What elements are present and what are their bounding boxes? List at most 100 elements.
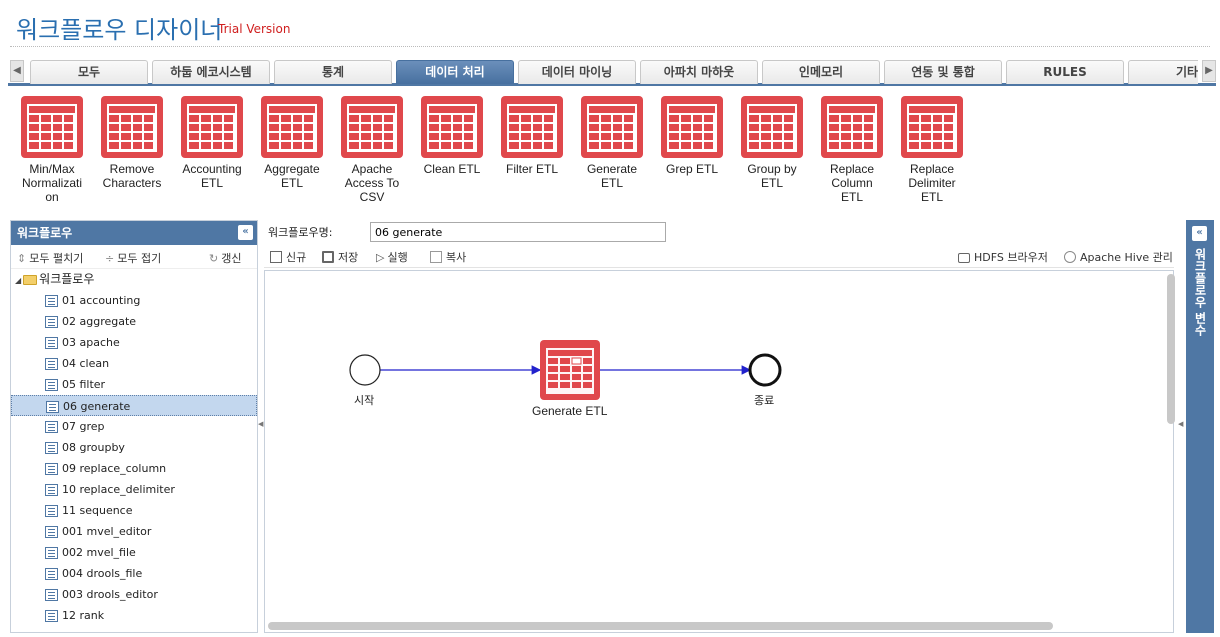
start-node-label: 시작 — [354, 394, 375, 407]
table-grid-icon — [901, 96, 963, 158]
tree-item[interactable]: 004 drools_file — [11, 563, 257, 584]
tab-data-processing[interactable]: 데이터 처리 — [396, 60, 514, 84]
end-node[interactable] — [748, 353, 782, 387]
tab-etc[interactable]: 기타 — [1128, 60, 1198, 84]
palette-item-group-by-etl[interactable]: Group by ETL — [732, 96, 812, 190]
tree-item[interactable]: 003 drools_editor — [11, 584, 257, 605]
tree-item[interactable]: 03 apache — [11, 332, 257, 353]
palette-item-label: Grep ETL — [665, 162, 719, 176]
diagram-svg — [349, 340, 782, 400]
workflow-file-icon — [45, 505, 58, 517]
palette-item-clean-etl[interactable]: Clean ETL — [412, 96, 492, 176]
tree-item[interactable]: 02 aggregate — [11, 311, 257, 332]
save-button[interactable]: 저장 — [322, 249, 358, 265]
palette-item-accounting-etl[interactable]: Accounting ETL — [172, 96, 252, 190]
workflow-file-icon — [46, 401, 59, 413]
copy-button[interactable]: 복사 — [430, 249, 466, 265]
hdfs-label: HDFS 브라우저 — [974, 251, 1048, 264]
workflow-file-icon — [45, 610, 58, 622]
table-grid-icon — [581, 96, 643, 158]
palette-item-label: Filter ETL — [505, 162, 558, 176]
refresh-button[interactable]: ↻ 갱신 — [209, 250, 241, 266]
new-button[interactable]: 신규 — [270, 249, 306, 265]
tab-scroll-left-icon[interactable]: ◀ — [10, 60, 24, 82]
expand-triangle-icon[interactable]: ◢ — [15, 276, 21, 285]
palette-item-label: Group by ETL — [747, 162, 797, 190]
right-splitter-icon[interactable]: ◀ — [1178, 420, 1184, 432]
tab-in-memory[interactable]: 인메모리 — [762, 60, 880, 84]
copy-icon — [430, 251, 442, 263]
tree-item-label: 001 mvel_editor — [62, 525, 152, 538]
tree-item-label: 07 grep — [62, 420, 105, 433]
vertical-scrollbar[interactable] — [1167, 274, 1175, 424]
horizontal-scrollbar[interactable] — [268, 622, 1053, 630]
copy-label: 복사 — [446, 251, 467, 264]
tab-apache-mahout[interactable]: 아파치 마하웃 — [640, 60, 758, 84]
palette-item-replace-delimiter-etl[interactable]: Replace Delimiter ETL — [892, 96, 972, 204]
palette-item-replace-column-etl[interactable]: Replace Column ETL — [812, 96, 892, 204]
tab-all[interactable]: 모두 — [30, 60, 148, 84]
table-grid-icon — [821, 96, 883, 158]
workflow-file-icon — [45, 568, 58, 580]
end-node-label: 종료 — [754, 394, 775, 407]
tree-item[interactable]: 04 clean — [11, 353, 257, 374]
tree-item[interactable]: 05 filter — [11, 374, 257, 395]
palette-item-remove-characters[interactable]: Remove Characters — [92, 96, 172, 190]
table-grid-icon — [661, 96, 723, 158]
workflow-file-icon — [45, 295, 58, 307]
hive-manage-button[interactable]: Apache Hive 관리 — [1064, 249, 1173, 265]
table-grid-icon — [261, 96, 323, 158]
tree-item[interactable]: 06 generate — [11, 395, 257, 416]
generate-etl-label: Generate ETL — [532, 404, 608, 418]
palette-item-label: Clean ETL — [423, 162, 481, 176]
expand-panel-icon[interactable]: « — [1192, 226, 1207, 241]
collapse-panel-icon[interactable]: « — [238, 225, 253, 240]
palette-item-label: Apache Access To CSV — [344, 162, 400, 204]
tree-item[interactable]: 001 mvel_editor — [11, 521, 257, 542]
header-divider — [10, 46, 1210, 47]
tab-rules[interactable]: RULES — [1006, 60, 1124, 84]
run-button[interactable]: ▷ 실행 — [376, 249, 408, 265]
tab-scroll-right-icon[interactable]: ▶ — [1202, 60, 1216, 82]
table-grid-icon — [421, 96, 483, 158]
workflow-name-field[interactable] — [370, 222, 666, 242]
workflow-file-icon — [45, 547, 58, 559]
run-label: 실행 — [387, 251, 408, 264]
hdfs-browser-button[interactable]: HDFS 브라우저 — [958, 249, 1048, 265]
tree-item-label: 02 aggregate — [62, 315, 137, 328]
workflow-file-icon — [45, 337, 58, 349]
tree-item[interactable]: 09 replace_column — [11, 458, 257, 479]
tree-item[interactable]: 12 rank — [11, 605, 257, 626]
save-icon — [322, 251, 334, 263]
tab-data-mining[interactable]: 데이터 마이닝 — [518, 60, 636, 84]
generate-etl-node[interactable] — [540, 340, 600, 400]
tree-item[interactable]: 07 grep — [11, 416, 257, 437]
start-node[interactable] — [349, 354, 381, 386]
app-title: 워크플로우 디자이너 — [16, 16, 223, 44]
trial-badge: Trial Version — [218, 22, 291, 36]
expand-all-label: 모두 펼치기 — [29, 252, 84, 265]
palette-item-filter-etl[interactable]: Filter ETL — [492, 96, 572, 176]
folder-icon — [23, 274, 38, 285]
tree-root-folder[interactable]: ◢ 워크플로우 — [11, 269, 257, 290]
tree-item[interactable]: 01 accounting — [11, 290, 257, 311]
workflow-name-label: 워크플로우명: — [268, 226, 333, 239]
palette-item-apache-access-to-csv[interactable]: Apache Access To CSV — [332, 96, 412, 204]
palette-item-min-max-normalization[interactable]: Min/Max Normalizati on — [12, 96, 92, 204]
tree-item[interactable]: 002 mvel_file — [11, 542, 257, 563]
tab-hadoop-ecosystem[interactable]: 하둡 에코시스템 — [152, 60, 270, 84]
table-grid-icon — [341, 96, 403, 158]
tree-item[interactable]: 10 replace_delimiter — [11, 479, 257, 500]
palette-item-generate-etl[interactable]: Generate ETL — [572, 96, 652, 190]
collapse-all-button[interactable]: ÷ 모두 접기 — [105, 250, 161, 266]
expand-all-button[interactable]: ⇕ 모두 펼치기 — [17, 250, 83, 266]
tree-item[interactable]: 08 groupby — [11, 437, 257, 458]
tree-item-label: 004 drools_file — [62, 567, 143, 580]
tab-integration[interactable]: 연동 및 통합 — [884, 60, 1002, 84]
tree-item-label: 003 drools_editor — [62, 588, 158, 601]
workflow-tree: ◢ 워크플로우 01 accounting 02 aggregate 03 apach… — [11, 269, 257, 626]
tree-item[interactable]: 11 sequence — [11, 500, 257, 521]
palette-item-grep-etl[interactable]: Grep ETL — [652, 96, 732, 176]
tab-statistics[interactable]: 통계 — [274, 60, 392, 84]
palette-item-aggregate-etl[interactable]: Aggregate ETL — [252, 96, 332, 190]
